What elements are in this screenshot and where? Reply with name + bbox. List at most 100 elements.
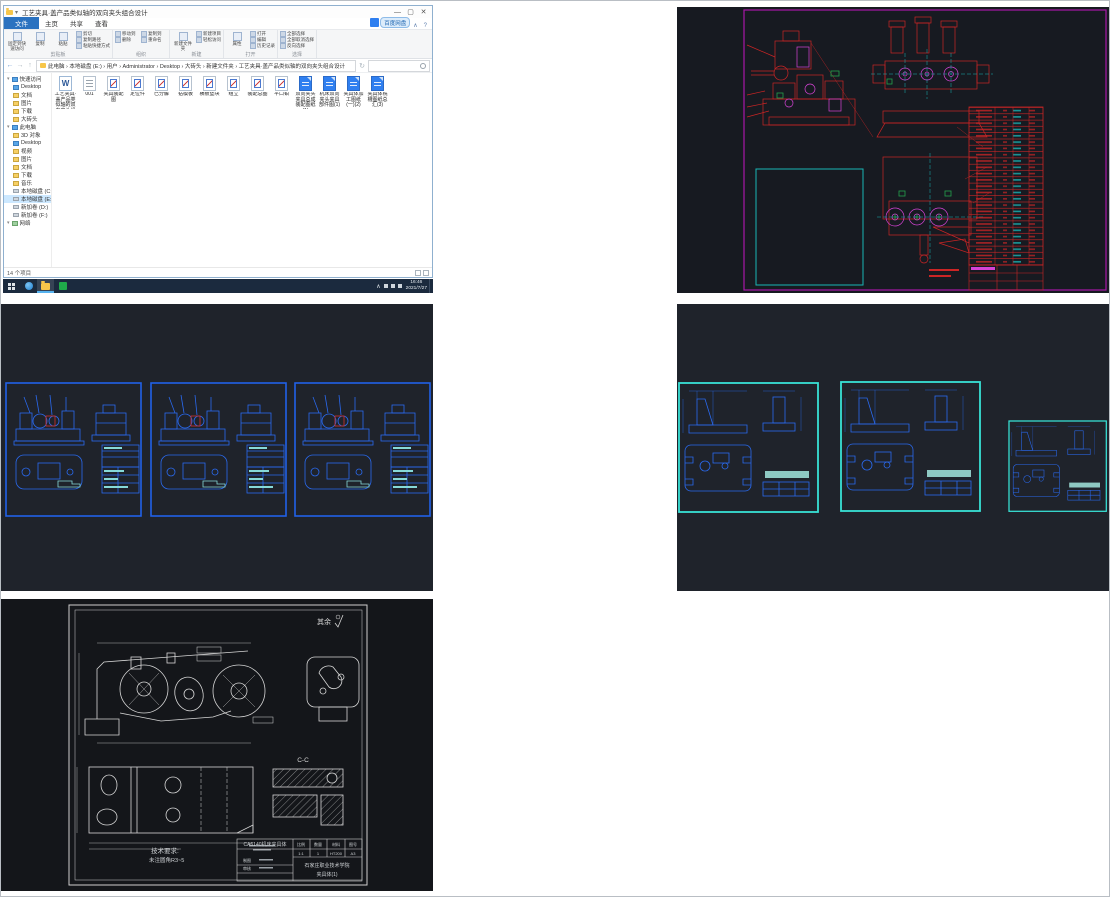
volume-tray-icon[interactable] [390,284,395,288]
address-row: ← → ↑ 此电脑 › 本地磁盘 (E:) › 用户 › Administrat… [4,59,432,73]
refresh-icon[interactable]: ↻ [358,62,366,70]
breadcrumb[interactable]: 此电脑 › 本地磁盘 (E:) › 用户 › Administrator › D… [36,59,356,72]
ribbon-button[interactable]: 轻松访问 [196,37,221,43]
network-tray-icon[interactable] [383,284,388,288]
close-button[interactable]: ✕ [417,7,430,18]
ribbon-button[interactable]: 复制 [29,31,51,51]
ribbon-button[interactable]: 历史记录 [250,43,275,49]
sidebar-section-quick-access[interactable]: 快速访问 [4,75,51,83]
thumbnails-view-icon[interactable] [423,269,429,276]
sidebar-item[interactable]: 新加卷 (D:) [4,203,51,211]
file-item[interactable]: 001 [78,76,101,98]
file-item[interactable]: 定位件 [126,76,149,98]
ribbon-button-label: 新建文件夹 [174,41,192,51]
file-item[interactable]: 工艺夹具·盖产品类似轴的双向夹头组合设计说明书 [54,76,77,109]
file-explorer-window: ▾ 工艺夹具·盖产品类似轴的双向夹头组合设计 — ▢ ✕ 文件 主页 共享 查看… [3,5,433,278]
ribbon-button-label: 历史记录 [257,43,275,48]
start-button[interactable] [3,279,20,293]
quick-access-toolbar[interactable]: ▾ [6,8,18,16]
sidebar-item[interactable]: 下载 [4,107,51,115]
file-item[interactable]: 钻模板 [174,76,197,98]
ribbon-button[interactable]: 反向选择 [280,43,314,49]
forward-icon[interactable]: → [16,62,24,69]
collapse-ribbon-icon[interactable]: ∧ [410,22,420,29]
file-icon [275,76,288,91]
ribbon-button[interactable]: 粘贴 [52,31,74,51]
file-item[interactable]: 夹具装配图 [102,76,125,103]
file-item[interactable]: 平口钳 [270,76,293,98]
file-item[interactable]: 夹具体铣槽图纸总汇(3) [366,76,389,109]
file-icon [323,76,336,91]
tab-view[interactable]: 查看 [89,17,114,29]
sidebar-section-network[interactable]: 网络 [4,219,51,227]
up-icon[interactable]: ↑ [26,62,34,69]
sidebar-item[interactable]: 音乐 [4,179,51,187]
taskbar-green-app-button[interactable] [54,279,71,293]
show-desktop-button[interactable] [429,279,433,293]
taskbar-clock[interactable]: 16:46 2021/7/27 [404,280,429,291]
ribbon-button-label: 固定到快速访问 [8,41,26,51]
sidebar-section-this-pc[interactable]: 此电脑 [4,123,51,131]
file-icon [371,76,384,91]
cloud-promo-label: 百度网盘 [380,17,411,28]
cad-cyan-sheets-panel [677,304,1109,591]
taskbar-explorer-button[interactable] [37,279,54,293]
ribbon-button[interactable]: 重命名 [141,37,167,43]
tab-file[interactable]: 文件 [4,17,39,29]
ribbon-button-icon [141,37,147,43]
sidebar-item[interactable]: 新加卷 (F:) [4,211,51,219]
search-input[interactable] [368,59,430,72]
sidebar-item[interactable]: 大砖头 [4,115,51,123]
sidebar-item-icon [13,132,19,138]
ribbon-group-label: 剪贴板 [50,52,66,59]
file-item[interactable]: 已分解 [150,76,173,98]
svg-text:未注圆角R3~5: 未注圆角R3~5 [149,856,184,864]
sidebar-item[interactable]: Desktop [4,139,51,147]
tray-caret-icon[interactable]: ∧ [376,283,380,290]
sidebar-item[interactable]: Desktop [4,83,51,91]
ribbon-group-label: 打开 [245,52,256,58]
qat-dropdown-icon[interactable]: ▾ [15,9,18,16]
tab-home[interactable]: 主页 [39,17,64,29]
file-icon [227,76,240,91]
minimize-button[interactable]: — [391,7,404,18]
sidebar-item[interactable]: 本地磁盘 (C:) [4,187,51,195]
file-name: 定位件 [129,92,145,97]
sidebar-item[interactable]: 下载 [4,171,51,179]
file-item[interactable]: 横板垫块 [198,76,221,98]
cloud-icon [370,18,380,27]
svg-text:1:1: 1:1 [298,851,304,856]
back-icon[interactable]: ← [6,62,14,69]
sidebar-item[interactable]: 视频 [4,147,51,155]
sidebar-item[interactable]: 文档 [4,163,51,171]
cloud-promo-button[interactable]: 百度网盘 [370,17,411,28]
ribbon-button[interactable]: 属性 [226,31,248,47]
this-pc-list: 3D 对象 Desktop 视频 图片 文档 下载 音乐 本地磁盘 (C:) 本… [4,131,51,219]
details-view-icon[interactable] [415,269,421,276]
file-item[interactable]: 夹具体加工图纸(一)(2) [342,76,365,109]
file-item[interactable]: 组立 [222,76,245,98]
ribbon-button[interactable]: 新建文件夹 [172,31,194,51]
tab-share[interactable]: 共享 [64,17,89,29]
file-icon [59,76,72,91]
file-name: 双向夹头夹具总成装配图纸(1) [295,92,316,109]
ribbon-button[interactable]: 粘贴快捷方式 [76,43,110,49]
sidebar-item[interactable]: 图片 [4,99,51,107]
ribbon-group-open: 属性 打开 编辑 历史记录 打开 [224,30,278,58]
sidebar-item[interactable]: 3D 对象 [4,131,51,139]
sidebar-item[interactable]: 本地磁盘 (E:) [4,195,51,203]
sidebar-item[interactable]: 图片 [4,155,51,163]
ime-tray-icon[interactable] [397,284,402,288]
maximize-button[interactable]: ▢ [404,7,417,18]
ribbon-button[interactable]: 删除 [115,37,141,43]
file-item[interactable]: 双向夹头夹具总成装配图纸(1) [294,76,317,109]
ribbon-button[interactable]: 固定到快速访问 [6,31,28,51]
navigation-pane: 快速访问 Desktop 文档 [4,73,52,267]
file-name: 平口钳 [273,92,289,97]
ribbon-button-icon [35,32,45,41]
sidebar-item-label: 下载 [21,109,33,115]
sidebar-item[interactable]: 文档 [4,91,51,99]
taskbar-browser-button[interactable] [20,279,37,293]
file-item[interactable]: 机床双向夹头夹具部件图(1) [318,76,341,109]
file-item[interactable]: 装配总图 [246,76,269,98]
